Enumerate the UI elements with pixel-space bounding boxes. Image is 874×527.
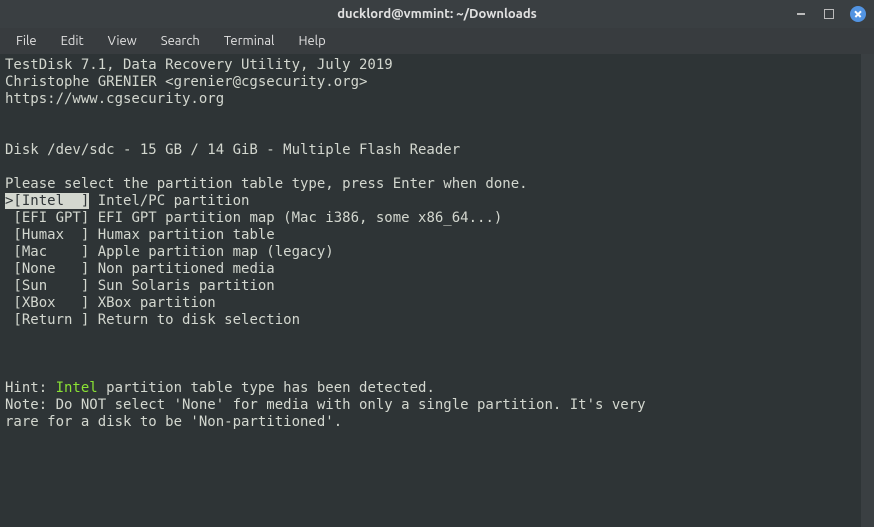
- menu-terminal[interactable]: Terminal: [214, 31, 285, 51]
- minimize-button[interactable]: [794, 7, 808, 21]
- option-desc: Intel/PC partition: [89, 193, 249, 209]
- menubar: File Edit View Search Terminal Help: [0, 28, 874, 54]
- option-key[interactable]: [Return ]: [5, 312, 89, 328]
- option-desc: Apple partition map (legacy): [89, 244, 333, 260]
- window-titlebar: ducklord@vmmint: ~/Downloads: [0, 0, 874, 28]
- option-key[interactable]: [XBox ]: [5, 295, 89, 311]
- option-desc: Sun Solaris partition: [89, 278, 274, 294]
- window-controls: [794, 6, 866, 22]
- option-key[interactable]: [Mac ]: [5, 244, 89, 260]
- option-desc: Humax partition table: [89, 227, 274, 243]
- disk-info-line: Disk /dev/sdc - 15 GB / 14 GiB - Multipl…: [5, 142, 460, 158]
- prompt-line: Please select the partition table type, …: [5, 176, 528, 192]
- window-title: ducklord@vmmint: ~/Downloads: [337, 7, 537, 21]
- hint-line: Hint: Intel partition table type has bee…: [5, 380, 435, 396]
- menu-file[interactable]: File: [6, 31, 47, 51]
- hint-highlight: Intel: [56, 380, 98, 396]
- option-key[interactable]: [None ]: [5, 261, 89, 277]
- menu-view[interactable]: View: [98, 31, 147, 51]
- scrollbar[interactable]: [861, 54, 874, 527]
- close-button[interactable]: [850, 6, 866, 22]
- note-line-2: rare for a disk to be 'Non-partitioned'.: [5, 414, 342, 430]
- terminal-output[interactable]: TestDisk 7.1, Data Recovery Utility, Jul…: [0, 54, 861, 527]
- app-url-line: https://www.cgsecurity.org: [5, 91, 224, 107]
- option-desc: EFI GPT partition map (Mac i386, some x8…: [89, 210, 502, 226]
- option-key[interactable]: [Humax ]: [5, 227, 89, 243]
- menu-help[interactable]: Help: [288, 31, 335, 51]
- option-desc: Non partitioned media: [89, 261, 274, 277]
- menu-edit[interactable]: Edit: [51, 31, 94, 51]
- option-key-selected[interactable]: >[Intel ]: [5, 193, 89, 209]
- app-header-line: TestDisk 7.1, Data Recovery Utility, Jul…: [5, 57, 393, 73]
- option-key[interactable]: [EFI GPT]: [5, 210, 89, 226]
- option-key[interactable]: [Sun ]: [5, 278, 89, 294]
- app-author-line: Christophe GRENIER <grenier@cgsecurity.o…: [5, 74, 367, 90]
- option-desc: Return to disk selection: [89, 312, 300, 328]
- note-line-1: Note: Do NOT select 'None' for media wit…: [5, 397, 646, 413]
- maximize-button[interactable]: [822, 7, 836, 21]
- menu-search[interactable]: Search: [151, 31, 210, 51]
- option-desc: XBox partition: [89, 295, 215, 311]
